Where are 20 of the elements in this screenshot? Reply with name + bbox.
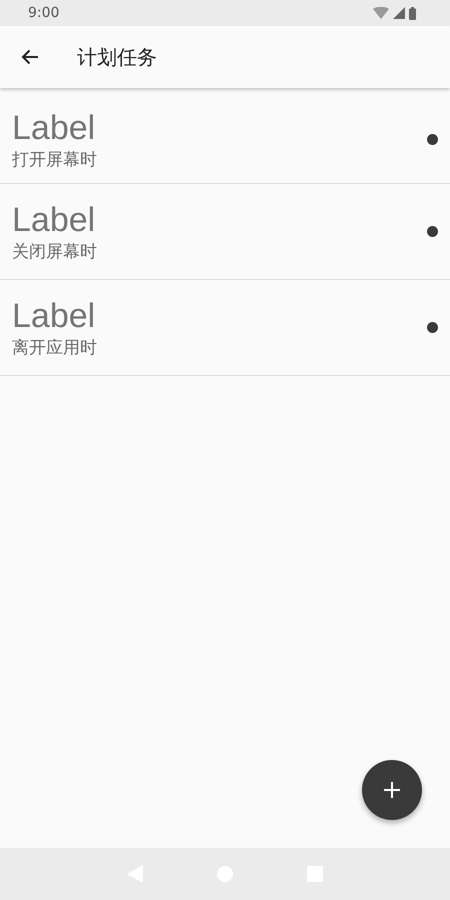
task-trigger: 离开应用时 xyxy=(12,337,98,359)
screen-title: 计划任务 xyxy=(77,44,157,70)
task-row[interactable]: Label 打开屏幕时 xyxy=(0,96,450,184)
task-trigger: 打开屏幕时 xyxy=(12,149,98,171)
task-row[interactable]: Label 关闭屏幕时 xyxy=(0,184,450,280)
add-button[interactable] xyxy=(362,760,422,820)
task-label: Label xyxy=(12,296,96,336)
dot-icon xyxy=(427,322,438,333)
plus-icon xyxy=(384,782,400,798)
signal-icon xyxy=(393,7,405,19)
dot-icon xyxy=(427,226,438,237)
task-trigger: 关闭屏幕时 xyxy=(12,241,98,263)
wifi-icon xyxy=(373,7,389,19)
battery-icon xyxy=(409,6,416,20)
task-label: Label xyxy=(12,200,96,240)
task-label: Label xyxy=(12,108,96,148)
task-row[interactable]: Label 离开应用时 xyxy=(0,280,450,376)
status-time: 9:00 xyxy=(28,5,60,21)
dot-icon xyxy=(427,134,438,145)
back-arrow-icon xyxy=(21,49,39,65)
